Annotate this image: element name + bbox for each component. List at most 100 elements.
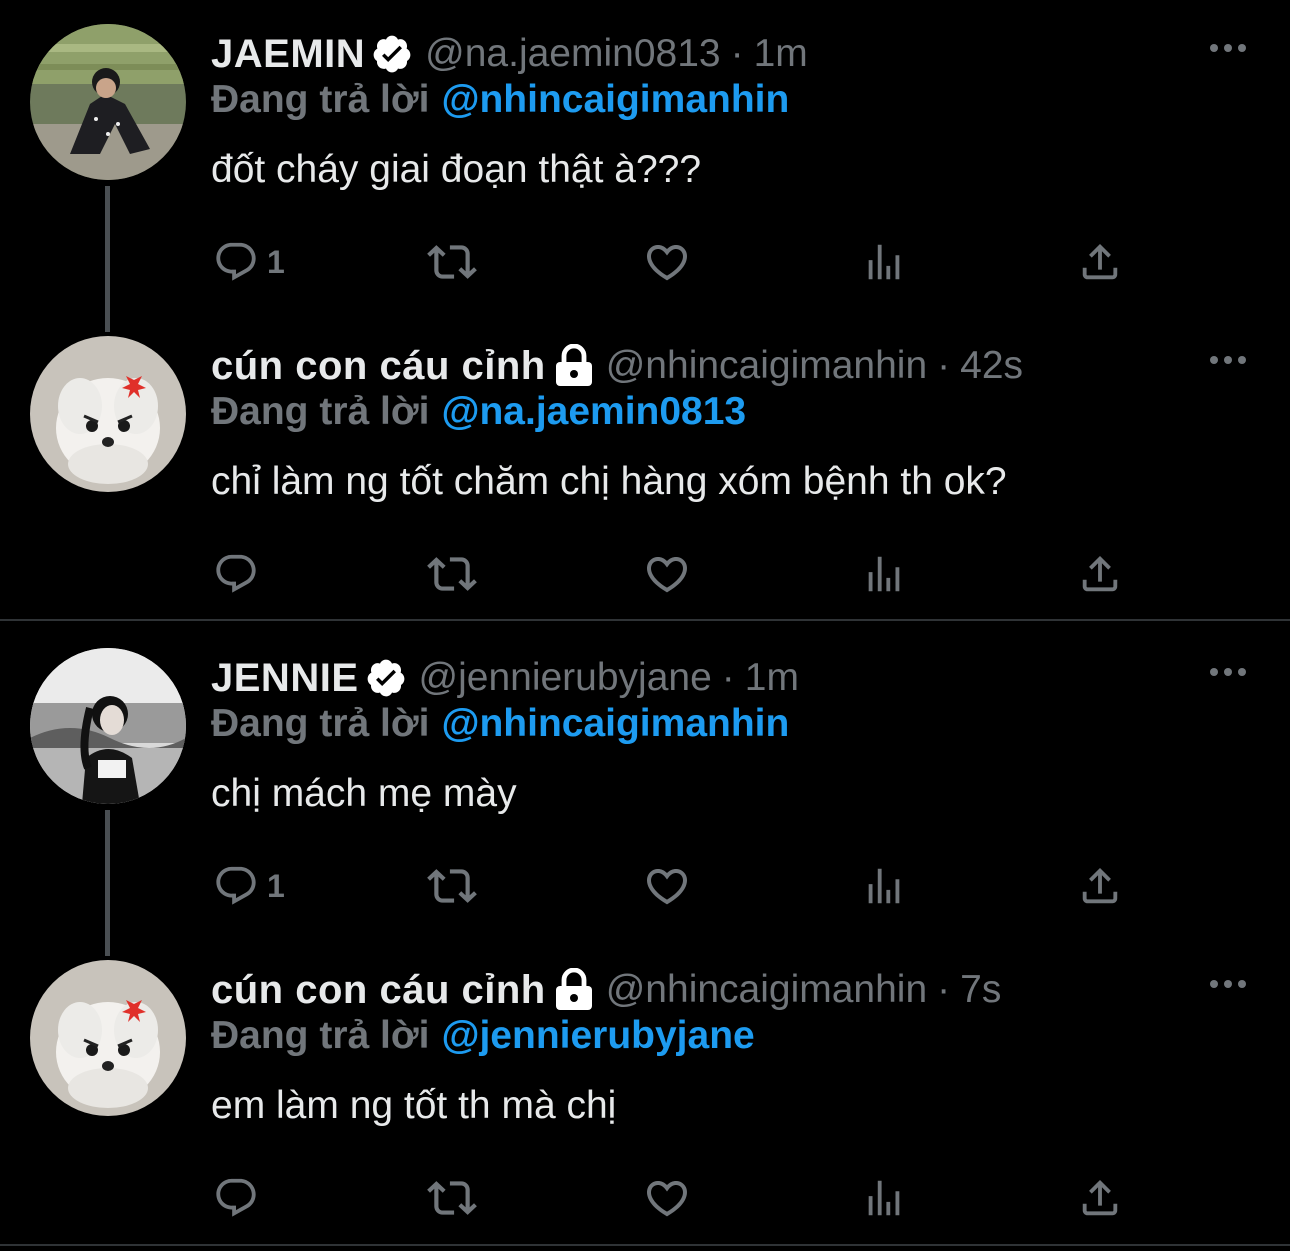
- share-button[interactable]: [1077, 1172, 1123, 1224]
- user-handle[interactable]: @nhincaigimanhin: [606, 344, 927, 388]
- tweet-text: em làm ng tốt th mà chị: [211, 1084, 617, 1127]
- tweet[interactable]: cún con cáu cỉnh @nhincaigimanhin · 42s …: [0, 312, 1290, 618]
- replying-label: Đang trả lời: [211, 702, 430, 745]
- tweet-header: JAEMIN @na.jaemin0813 · 1m: [211, 26, 808, 82]
- views-button[interactable]: [861, 860, 907, 912]
- share-icon: [1082, 867, 1118, 904]
- share-button[interactable]: [1077, 548, 1123, 600]
- more-options-icon[interactable]: [1208, 350, 1248, 370]
- retweet-icon: [427, 245, 477, 279]
- views-chart-icon: [868, 1180, 900, 1216]
- tweet[interactable]: cún con cáu cỉnh @nhincaigimanhin · 7s Đ…: [0, 936, 1290, 1242]
- timestamp[interactable]: 7s: [960, 968, 1001, 1012]
- reply-button[interactable]: [213, 1172, 267, 1224]
- verified-badge-icon: [371, 33, 413, 75]
- replying-to: Đang trả lời @jennierubyjane: [211, 1014, 755, 1058]
- conversation-divider: [0, 1244, 1290, 1246]
- retweet-button[interactable]: [427, 236, 477, 288]
- display-name[interactable]: JAEMIN: [211, 32, 365, 77]
- heart-icon: [646, 245, 688, 281]
- share-button[interactable]: [1077, 236, 1123, 288]
- replying-to: Đang trả lời @nhincaigimanhin: [211, 702, 789, 746]
- replying-label: Đang trả lời: [211, 390, 430, 433]
- lock-icon: [554, 343, 594, 388]
- views-chart-icon: [868, 868, 900, 904]
- separator-dot: ·: [937, 344, 951, 387]
- retweet-button[interactable]: [427, 860, 477, 912]
- reply-icon: [216, 1178, 256, 1217]
- separator-dot: ·: [937, 968, 951, 1011]
- user-handle[interactable]: @nhincaigimanhin: [606, 968, 927, 1012]
- retweet-icon: [427, 557, 477, 591]
- tweet-actions: 1: [213, 860, 1133, 912]
- retweet-button[interactable]: [427, 548, 477, 600]
- tweet-actions: [213, 1172, 1133, 1224]
- tweet-header: cún con cáu cỉnh @nhincaigimanhin · 7s: [211, 962, 1001, 1018]
- retweet-icon: [427, 869, 477, 903]
- like-button[interactable]: [643, 860, 691, 912]
- user-handle[interactable]: @jennierubyjane: [419, 656, 712, 700]
- more-options-icon[interactable]: [1208, 662, 1248, 682]
- separator-dot: ·: [730, 32, 744, 75]
- views-chart-icon: [868, 556, 900, 592]
- avatar[interactable]: [30, 648, 186, 804]
- views-chart-icon: [868, 244, 900, 280]
- views-button[interactable]: [861, 548, 907, 600]
- reply-count: 1: [267, 243, 285, 280]
- like-button[interactable]: [643, 548, 691, 600]
- share-icon: [1082, 243, 1118, 280]
- tweet-header: JENNIE @jennierubyjane · 1m: [211, 650, 799, 706]
- replying-to: Đang trả lời @nhincaigimanhin: [211, 78, 789, 122]
- timestamp[interactable]: 1m: [745, 656, 799, 700]
- reply-count: 1: [267, 867, 285, 904]
- replying-mention-link[interactable]: @nhincaigimanhin: [441, 78, 789, 121]
- timestamp[interactable]: 42s: [960, 344, 1023, 388]
- more-options-icon[interactable]: [1208, 974, 1248, 994]
- tweet[interactable]: JENNIE @jennierubyjane · 1m Đang trả lời…: [0, 624, 1290, 934]
- share-button[interactable]: [1077, 860, 1123, 912]
- avatar[interactable]: [30, 336, 186, 492]
- reply-button[interactable]: 1: [213, 236, 285, 288]
- replying-label: Đang trả lời: [211, 1014, 430, 1057]
- tweet-header: cún con cáu cỉnh @nhincaigimanhin · 42s: [211, 338, 1023, 394]
- display-name[interactable]: JENNIE: [211, 656, 359, 701]
- display-name[interactable]: cún con cáu cỉnh: [211, 344, 546, 389]
- lock-icon: [554, 967, 594, 1012]
- tweet[interactable]: JAEMIN @na.jaemin0813 · 1m Đang trả lời @…: [0, 0, 1290, 310]
- avatar[interactable]: [30, 960, 186, 1116]
- like-button[interactable]: [643, 236, 691, 288]
- tweet-text: chị mách mẹ mày: [211, 772, 517, 815]
- avatar[interactable]: [30, 24, 186, 180]
- tweet-actions: 1: [213, 236, 1133, 288]
- more-options-icon[interactable]: [1208, 38, 1248, 58]
- share-icon: [1082, 555, 1118, 592]
- heart-icon: [646, 1181, 688, 1217]
- tweet-text: chỉ làm ng tốt chăm chị hàng xóm bệnh th…: [211, 460, 1007, 503]
- heart-icon: [646, 557, 688, 593]
- replying-label: Đang trả lời: [211, 78, 430, 121]
- verified-badge-icon: [365, 657, 407, 699]
- views-button[interactable]: [861, 236, 907, 288]
- user-handle[interactable]: @na.jaemin0813: [425, 32, 720, 76]
- timestamp[interactable]: 1m: [754, 32, 808, 76]
- reply-button[interactable]: 1: [213, 860, 285, 912]
- heart-icon: [646, 869, 688, 905]
- like-button[interactable]: [643, 1172, 691, 1224]
- views-button[interactable]: [861, 1172, 907, 1224]
- separator-dot: ·: [721, 656, 735, 699]
- replying-mention-link[interactable]: @na.jaemin0813: [441, 390, 746, 433]
- replying-mention-link[interactable]: @jennierubyjane: [441, 1014, 754, 1057]
- tweet-actions: [213, 548, 1133, 600]
- reply-icon: [216, 242, 256, 281]
- reply-icon: [216, 554, 256, 593]
- reply-button[interactable]: [213, 548, 267, 600]
- replying-to: Đang trả lời @na.jaemin0813: [211, 390, 746, 434]
- retweet-icon: [427, 1181, 477, 1215]
- display-name[interactable]: cún con cáu cỉnh: [211, 968, 546, 1013]
- reply-icon: [216, 866, 256, 905]
- conversation-divider: [0, 619, 1290, 621]
- tweet-text: đốt cháy giai đoạn thật à???: [211, 148, 702, 191]
- replying-mention-link[interactable]: @nhincaigimanhin: [441, 702, 789, 745]
- retweet-button[interactable]: [427, 1172, 477, 1224]
- share-icon: [1082, 1179, 1118, 1216]
